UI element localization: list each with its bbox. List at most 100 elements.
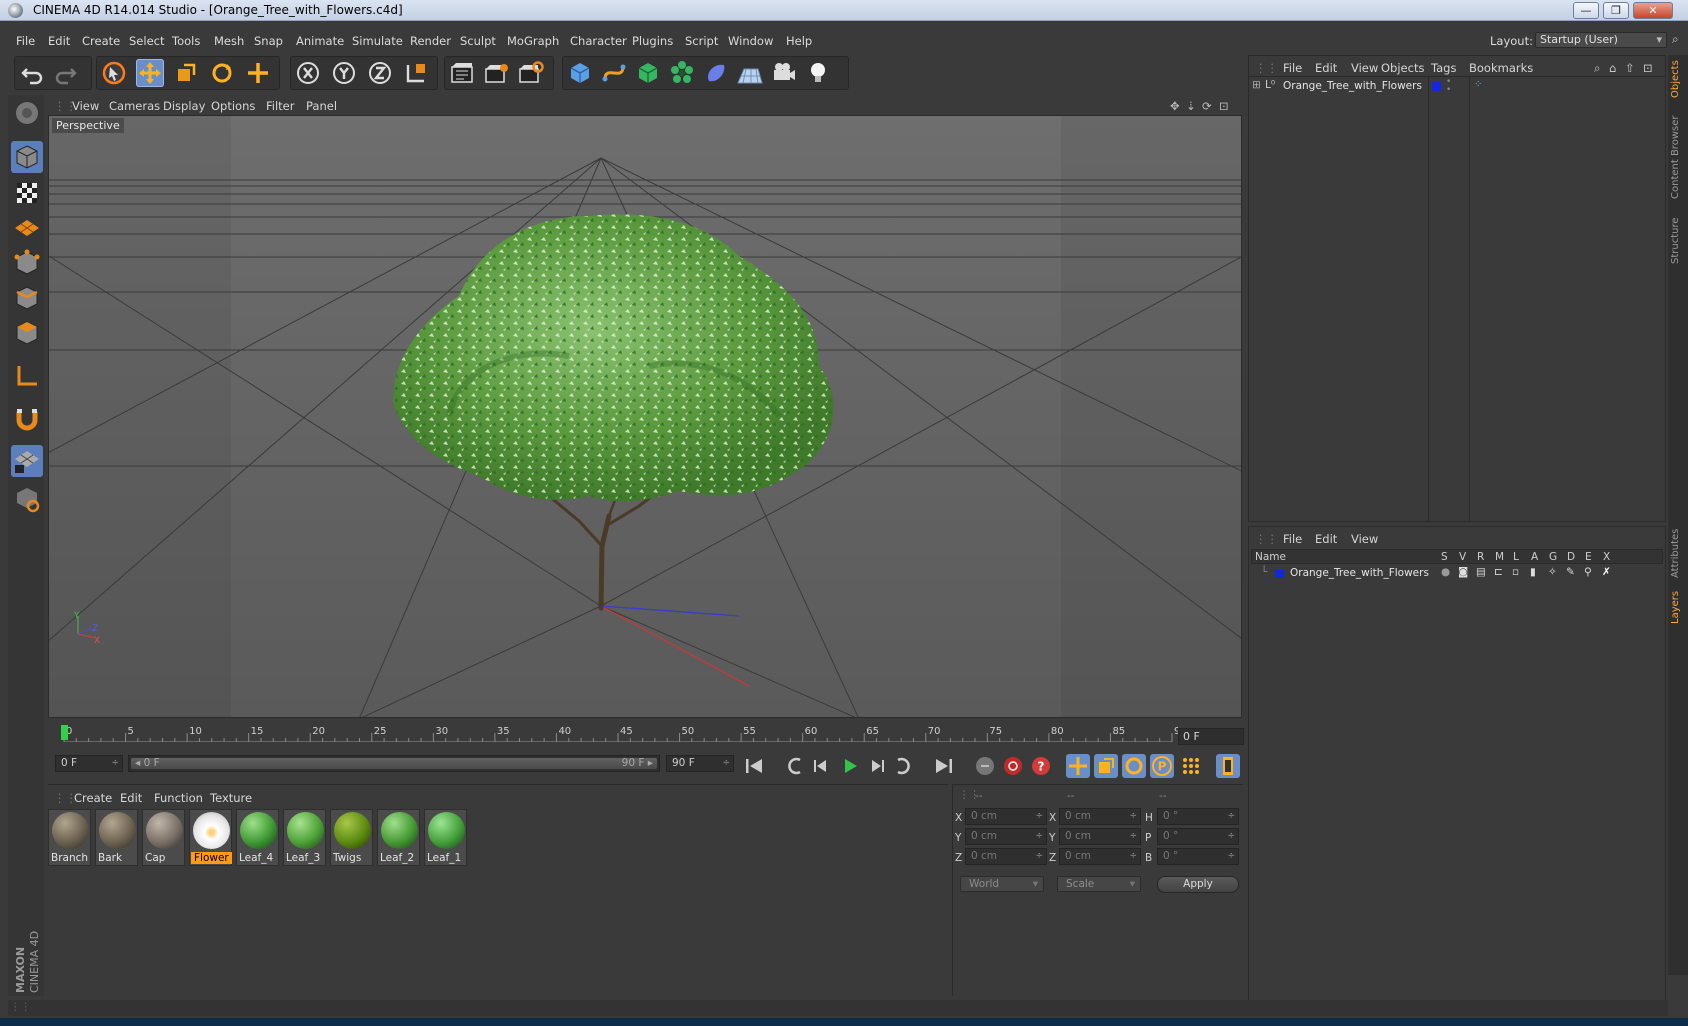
menu-script[interactable]: Script [685, 34, 718, 48]
move-tool-icon[interactable] [136, 59, 164, 87]
object-name[interactable]: Orange_Tree_with_Flowers [1283, 80, 1422, 92]
record-keys-icon[interactable] [973, 754, 997, 778]
material-menu-edit[interactable]: Edit [120, 791, 142, 805]
camera-icon[interactable] [770, 59, 798, 87]
key-position-icon[interactable] [1066, 754, 1090, 778]
key-point-level-icon[interactable] [1179, 754, 1203, 778]
material-menu-texture[interactable]: Texture [210, 791, 252, 805]
expand-icon[interactable]: ⊞ [1252, 79, 1261, 91]
x-axis-lock-icon[interactable] [294, 59, 322, 87]
material-flower[interactable]: Flower [189, 809, 232, 866]
object-menu-file[interactable]: File [1283, 61, 1302, 75]
render-to-picture-viewer-icon[interactable] [482, 59, 510, 87]
lock-toggle-icon[interactable]: ▫ [1512, 566, 1519, 578]
key-rotation-icon[interactable] [1122, 754, 1146, 778]
workplane-icon[interactable] [11, 212, 43, 244]
object-menu-view[interactable]: View [1351, 61, 1378, 75]
layer-col-g[interactable]: G [1549, 551, 1557, 563]
viewport-rotate-icon[interactable]: ⟳ [1202, 99, 1212, 113]
viewport-maximize-icon[interactable]: ⊡ [1219, 99, 1229, 113]
object-tag-icon[interactable]: ⁘ [1474, 79, 1482, 90]
viewport-menu-cameras[interactable]: Cameras [109, 99, 160, 113]
key-parameter-icon[interactable]: P [1150, 754, 1174, 778]
layer-menu-view[interactable]: View [1351, 532, 1378, 546]
drag-handle-icon[interactable]: ⋮⋮ [1255, 532, 1278, 546]
deformers-toggle-icon[interactable]: ✎ [1566, 566, 1575, 578]
render-settings-icon[interactable] [516, 59, 544, 87]
floor-icon[interactable] [736, 59, 764, 87]
coord-pos-z-field[interactable]: 0 cm [965, 848, 1047, 865]
go-to-end-icon[interactable] [932, 754, 956, 778]
frame-range-slider[interactable]: ◂ 0 F 90 F ▸ [128, 755, 660, 772]
layer-col-s[interactable]: S [1441, 551, 1448, 563]
menu-plugins[interactable]: Plugins [632, 34, 673, 48]
next-frame-icon[interactable] [866, 754, 890, 778]
cube-primitive-icon[interactable] [566, 59, 594, 87]
coord-rot-b-field[interactable]: 0 ° [1157, 848, 1239, 865]
start-frame-field[interactable]: 0 F [55, 755, 123, 772]
manager-toggle-icon[interactable]: ⊏ [1494, 566, 1503, 578]
timeline-window-icon[interactable] [1216, 754, 1240, 778]
menu-snap[interactable]: Snap [254, 34, 283, 48]
material-leaf-3[interactable]: Leaf_3 [283, 809, 326, 866]
menu-help[interactable]: Help [786, 34, 812, 48]
object-menu-edit[interactable]: Edit [1315, 61, 1337, 75]
layer-row[interactable]: └ Orange_Tree_with_Flowers ● ◙ ▤ ⊏ ▫ ▮ ✧… [1251, 566, 1663, 582]
model-mode-icon[interactable] [11, 141, 43, 173]
layer-name[interactable]: Orange_Tree_with_Flowers [1290, 567, 1429, 579]
folder-up-icon[interactable]: ⇧ [1625, 61, 1635, 75]
spline-icon[interactable] [600, 59, 628, 87]
timeline-ruler[interactable]: 051015202530354045505560657075808590 [48, 723, 1243, 749]
object-menu-bookmarks[interactable]: Bookmarks [1469, 61, 1533, 75]
menu-sculpt[interactable]: Sculpt [460, 34, 496, 48]
layer-menu-edit[interactable]: Edit [1315, 532, 1337, 546]
drag-handle-icon[interactable]: ⋮⋮ [1255, 61, 1278, 75]
render-toggle-icon[interactable]: ▤ [1476, 566, 1486, 578]
previous-frame-icon[interactable] [808, 754, 832, 778]
viewport-menu-panel[interactable]: Panel [306, 99, 337, 113]
layer-col-r[interactable]: R [1477, 551, 1484, 563]
deformer-icon[interactable] [702, 59, 730, 87]
keyframe-selection-icon[interactable]: ? [1029, 754, 1053, 778]
scale-tool-icon[interactable] [172, 59, 200, 87]
material-leaf-2[interactable]: Leaf_2 [377, 809, 420, 866]
menu-character[interactable]: Character [570, 34, 627, 48]
new-window-icon[interactable]: ⊡ [1643, 61, 1653, 75]
layout-select[interactable]: Startup (User) [1535, 32, 1667, 48]
layer-col-v[interactable]: V [1459, 551, 1466, 563]
viewport-move-icon[interactable]: ✥ [1170, 99, 1180, 113]
material-twigs[interactable]: Twigs [330, 809, 373, 866]
render-view-icon[interactable] [448, 59, 476, 87]
material-cap[interactable]: Cap [142, 809, 185, 866]
menu-edit[interactable]: Edit [48, 34, 70, 48]
visibility-dots-icon[interactable]: • • [1446, 78, 1451, 95]
snap-magnet-icon[interactable] [11, 402, 43, 434]
search-icon[interactable]: ⌕ [1594, 61, 1600, 76]
layer-col-d[interactable]: D [1567, 551, 1575, 563]
axis-mode-icon[interactable] [11, 360, 43, 392]
nurbs-icon[interactable] [634, 59, 662, 87]
planar-workplane-icon[interactable] [11, 483, 43, 515]
transform-tool-icon[interactable] [244, 59, 272, 87]
previous-key-icon[interactable] [782, 754, 806, 778]
tab-objects[interactable]: Objects [1670, 57, 1686, 101]
close-button[interactable]: ✕ [1633, 2, 1673, 19]
generators-toggle-icon[interactable]: ✧ [1548, 566, 1557, 578]
tab-layers[interactable]: Layers [1670, 587, 1686, 627]
frame-range-slider-thumb[interactable] [131, 758, 657, 769]
viewport-menu-options[interactable]: Options [211, 99, 255, 113]
current-frame-field[interactable]: 0 F [1178, 728, 1244, 745]
viewport-menu-display[interactable]: Display [163, 99, 205, 113]
layer-col-l[interactable]: L [1513, 551, 1519, 563]
undo-icon[interactable] [18, 59, 46, 87]
tab-attributes[interactable]: Attributes [1670, 525, 1686, 581]
y-axis-lock-icon[interactable] [330, 59, 358, 87]
drag-handle-icon[interactable]: ⋮⋮ [10, 1001, 31, 1013]
layer-col-m[interactable]: M [1495, 551, 1504, 563]
array-icon[interactable] [668, 59, 696, 87]
object-menu-objects[interactable]: Objects [1381, 61, 1424, 75]
animation-toggle-icon[interactable]: ▮ [1530, 566, 1536, 578]
polygons-mode-icon[interactable] [11, 317, 43, 349]
search-icon[interactable]: ⌕ [1672, 32, 1686, 46]
perspective-viewport[interactable]: Perspective Y Z X [48, 115, 1242, 718]
